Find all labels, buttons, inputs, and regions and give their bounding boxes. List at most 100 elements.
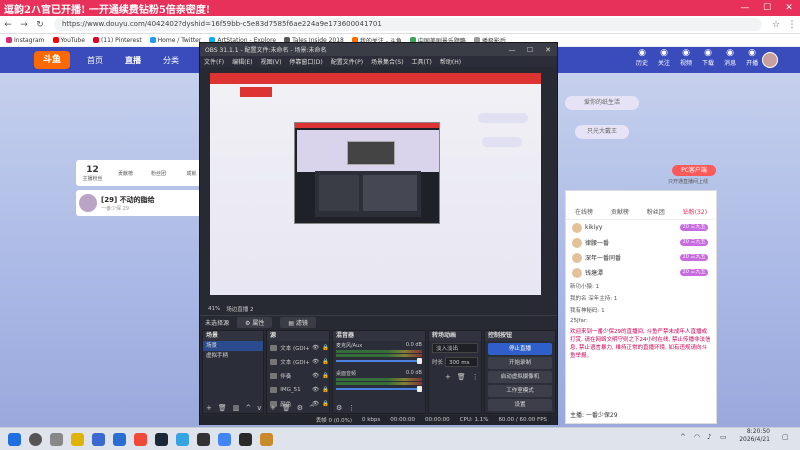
obs-menu-item[interactable]: 编辑(E)	[232, 57, 252, 66]
mixer-settings-icon[interactable]: ⚙	[336, 404, 342, 412]
tray-chevron-icon[interactable]: ^	[680, 433, 686, 441]
file-explorer-icon[interactable]	[71, 432, 84, 446]
source-item[interactable]: IMG_51 👁 🔒	[267, 383, 329, 397]
control-button[interactable]: 工作室模式	[488, 385, 552, 397]
start-icon[interactable]	[8, 432, 21, 446]
scene-item[interactable]: 虚拟手柄	[203, 351, 263, 361]
site-nav-item[interactable]: 分类	[152, 55, 190, 66]
app-icon[interactable]	[239, 432, 252, 446]
lock-icon[interactable]: 🔒	[322, 373, 329, 379]
app-icon[interactable]	[134, 432, 147, 446]
scene-up-icon[interactable]: ^	[245, 404, 251, 412]
scene-item[interactable]: 场景	[203, 341, 263, 351]
delete-transition-icon[interactable]: 🗑	[457, 373, 466, 381]
filters-button[interactable]: ▤ 滤镜	[280, 316, 316, 328]
lock-icon[interactable]: 🔒	[322, 401, 329, 407]
obs-minimize-icon[interactable]: —	[503, 46, 521, 54]
control-button[interactable]: 停止直播	[488, 343, 552, 355]
obs-close-icon[interactable]: ✕	[539, 46, 557, 54]
bookmark-item[interactable]: Home / Twitter	[149, 37, 201, 44]
app-icon[interactable]	[260, 432, 273, 446]
obs-maximize-icon[interactable]: ☐	[521, 46, 539, 54]
delete-scene-icon[interactable]: 🗑	[218, 404, 227, 412]
add-scene-icon[interactable]: +	[206, 404, 212, 412]
obs-menu-item[interactable]: 场景集合(S)	[371, 57, 404, 66]
rank-row[interactable]: 深年一番同番 20 三九五	[566, 250, 716, 265]
control-button[interactable]: 启动虚拟摄像机	[488, 371, 552, 383]
chat-tab[interactable]: 贡献榜	[611, 207, 629, 216]
scene-down-icon[interactable]: v	[257, 404, 261, 412]
volume-slider-handle[interactable]	[417, 386, 422, 392]
word-icon[interactable]	[113, 432, 126, 446]
stat-item[interactable]: 12 主播粉丝	[76, 160, 109, 186]
visibility-eye-icon[interactable]: 👁	[312, 345, 319, 351]
rank-row[interactable]: 律腰一番 20 三九五	[566, 235, 716, 250]
visibility-eye-icon[interactable]: 👁	[312, 359, 319, 365]
notification-icon[interactable]: ▢	[782, 433, 789, 441]
chat-tab[interactable]: 钻粉(32)	[683, 207, 707, 216]
streamer-avatar[interactable]	[79, 194, 97, 212]
back-icon[interactable]: ←	[0, 20, 16, 30]
task-view-icon[interactable]	[50, 432, 63, 446]
site-right-item[interactable]: ◉ 下载	[702, 48, 714, 67]
bookmark-star-icon[interactable]: ☆	[768, 20, 784, 30]
add-source-icon[interactable]: +	[270, 404, 276, 412]
forward-icon[interactable]: →	[16, 20, 32, 30]
chat-tab[interactable]: 在线榜	[575, 207, 593, 216]
obs-menu-item[interactable]: 文件(F)	[204, 57, 224, 66]
edge-icon[interactable]	[176, 432, 189, 446]
pc-client-button[interactable]: PC客户端	[672, 165, 716, 176]
visibility-eye-icon[interactable]: 👁	[312, 373, 319, 379]
battery-icon[interactable]: ▭	[720, 433, 727, 441]
delete-source-icon[interactable]: 🗑	[282, 404, 291, 412]
chat-tab[interactable]: 粉丝团	[647, 207, 665, 216]
volume-slider[interactable]	[336, 358, 422, 364]
stat-item[interactable]: 贡献榜	[109, 160, 142, 186]
banner-pill-b[interactable]: 只光大戴王	[575, 125, 629, 139]
obs-menu-item[interactable]: 停靠窗口(D)	[289, 57, 322, 66]
properties-button[interactable]: ⚙ 属性	[237, 316, 273, 328]
obs-menu-item[interactable]: 视图(V)	[261, 57, 282, 66]
obs-menu-item[interactable]: 工具(T)	[412, 57, 432, 66]
site-right-item[interactable]: ◉ 开播	[746, 48, 758, 67]
zoom-level[interactable]: 41%	[208, 306, 220, 312]
minimize-icon[interactable]: —	[734, 0, 756, 16]
obs-icon[interactable]	[197, 432, 210, 446]
rank-row[interactable]: kikiyy 20 三九五	[566, 220, 716, 235]
rank-row[interactable]: 钱塘潭 20 三九五	[566, 265, 716, 280]
source-item[interactable]: 文本 (GDI+) 👁 🔒	[267, 341, 329, 355]
control-button[interactable]: 开始录制	[488, 357, 552, 369]
lock-icon[interactable]: 🔒	[322, 387, 329, 393]
site-right-item[interactable]: ◉ 关注	[658, 48, 670, 67]
browser-tab-title[interactable]: 逗韵2ハ官已开播! 一开通续费钻粉5倍亲密度!	[0, 1, 690, 16]
banner-pill-a[interactable]: 爱你的纸生活	[565, 96, 639, 110]
close-icon[interactable]: ✕	[778, 0, 800, 16]
site-right-item[interactable]: ◉ 视频	[680, 48, 692, 67]
scene-filter-icon[interactable]: ▥	[233, 404, 240, 412]
source-settings-icon[interactable]: ⚙	[297, 404, 303, 412]
wifi-icon[interactable]: ◠	[694, 433, 700, 441]
site-nav-item[interactable]: 直播	[114, 55, 152, 66]
control-button[interactable]: 设置	[488, 399, 552, 411]
obs-menu-item[interactable]: 配置文件(P)	[331, 57, 363, 66]
store-icon[interactable]	[92, 432, 105, 446]
visibility-eye-icon[interactable]: 👁	[312, 387, 319, 393]
taskbar-clock[interactable]: 8:20:50 2026/4/21	[739, 428, 770, 444]
add-transition-icon[interactable]: +	[445, 373, 451, 381]
transition-select[interactable]: 淡入淡出	[432, 343, 478, 353]
stat-item[interactable]: 粉丝团	[142, 160, 175, 186]
source-item[interactable]: 伴奏 👁 🔒	[267, 369, 329, 383]
volume-icon[interactable]: ♪	[707, 433, 711, 441]
site-nav-item[interactable]: 首页	[76, 55, 114, 66]
url-input[interactable]: https://www.douyu.com/4042402?dyshid=16f…	[54, 18, 762, 31]
search-icon[interactable]	[29, 432, 42, 446]
obs-preview[interactable]	[210, 73, 541, 295]
site-right-item[interactable]: ◉ 消息	[724, 48, 736, 67]
lock-icon[interactable]: 🔒	[322, 359, 329, 365]
lock-icon[interactable]: 🔒	[322, 345, 329, 351]
duration-input[interactable]: 300 ms	[445, 357, 478, 367]
reload-icon[interactable]: ↻	[32, 20, 48, 30]
steam-icon[interactable]	[155, 432, 168, 446]
user-avatar[interactable]	[762, 52, 778, 68]
site-right-item[interactable]: ◉ 历史	[636, 48, 648, 67]
